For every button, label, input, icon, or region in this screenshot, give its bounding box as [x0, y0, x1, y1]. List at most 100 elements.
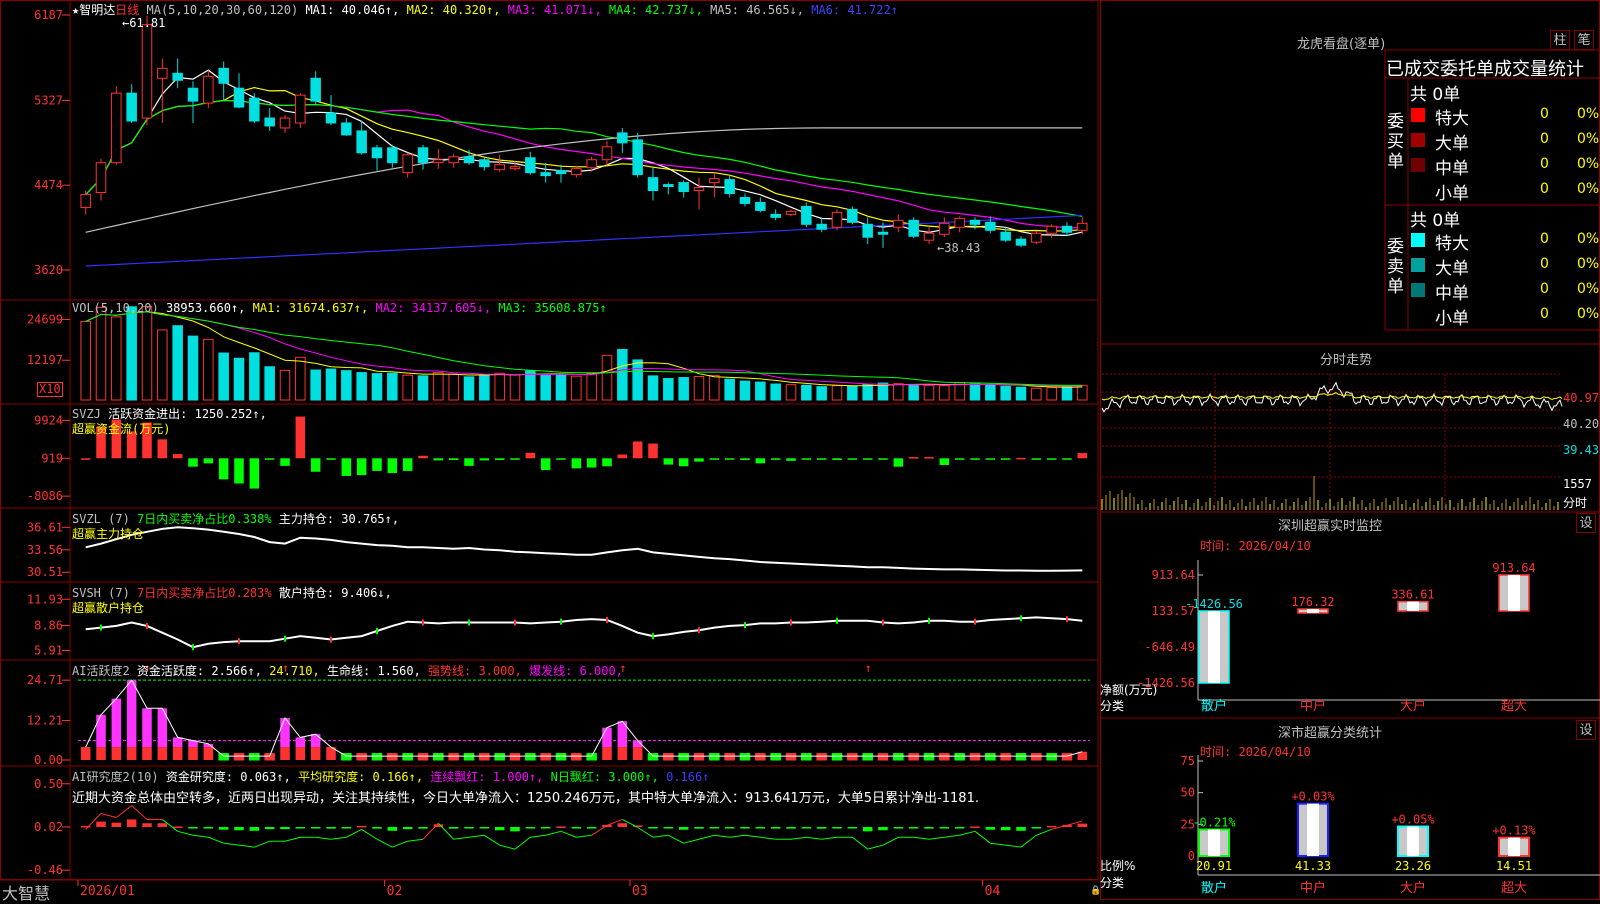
ai-active-small-bar — [678, 753, 689, 761]
classify-bar-shine — [1508, 837, 1520, 856]
svsh-tick — [422, 619, 424, 626]
ai-active-base — [295, 747, 306, 760]
ai-research-line — [346, 828, 362, 838]
svsh-name: SVSH (7) — [72, 586, 130, 600]
classify-value-label: 41.33 — [1295, 859, 1331, 873]
ma120-line — [85, 214, 1083, 267]
classify-change-label: +0.03% — [1291, 790, 1335, 804]
ai-research-line — [545, 830, 562, 836]
svsh-tick — [698, 627, 700, 634]
ai-active-c: 生命线: 1.560, — [327, 664, 421, 678]
ai-active-small-bar — [1015, 753, 1027, 761]
sell-swatch — [1411, 308, 1425, 322]
vol-bar — [601, 354, 613, 401]
svzj-bar — [157, 439, 168, 459]
vol-bar — [264, 366, 275, 401]
ai-research-line — [576, 834, 592, 838]
classify-value-label: 23.26 — [1395, 859, 1431, 873]
ai-research-bar — [326, 827, 336, 829]
vol-bar — [479, 375, 490, 401]
candle — [371, 147, 383, 159]
ai-research-line — [407, 838, 424, 842]
vol-bar — [709, 375, 720, 401]
classify-value-label: 14.51 — [1496, 859, 1532, 873]
buy-row-pct: 0% — [1577, 131, 1600, 147]
svsh-tick — [790, 619, 792, 626]
candle — [402, 154, 413, 174]
candle — [417, 147, 429, 164]
vol-bar — [157, 329, 168, 401]
sell-side-label: 委卖单 — [1387, 237, 1404, 297]
vol-bar — [985, 384, 996, 401]
sell-row-pct: 0% — [1577, 306, 1600, 322]
svzj-bar — [448, 458, 459, 460]
ai-research-line — [913, 836, 930, 840]
ai-active-base — [602, 747, 612, 760]
ai-active-small-bar — [264, 753, 275, 761]
ai-research-bar — [617, 823, 628, 827]
ai-research-line — [484, 834, 500, 846]
stock-name: 智明达 — [79, 3, 116, 17]
ai-research-bar — [356, 825, 367, 828]
ai-research-line — [208, 836, 224, 844]
stock-chart[interactable]: 6187 5327 4474 3620 24699 12197 9924 919 -8086 36… — [0, 0, 1600, 900]
svzj-bar — [939, 458, 950, 466]
vol-bar — [249, 352, 260, 401]
ai-research-bar — [310, 827, 321, 829]
monitor-title: 深圳超赢实时监控 — [1278, 519, 1383, 534]
ai-active-bar — [96, 714, 106, 748]
vol-bar — [647, 375, 659, 401]
ai-active-base — [203, 747, 214, 760]
ai-research-line — [177, 830, 194, 836]
ai-research-line — [698, 834, 715, 840]
vol-bar — [1061, 386, 1073, 401]
vol-bar — [95, 306, 107, 401]
ai-research-line — [437, 823, 455, 840]
ai-research-bar — [985, 827, 996, 830]
candle — [663, 184, 674, 188]
ai-active-small-bar — [586, 753, 597, 761]
vol-bar — [463, 376, 475, 401]
ai-active-small-bar — [847, 753, 858, 761]
monitor-settings-button[interactable]: 设 — [1576, 513, 1596, 533]
classify-settings-button[interactable]: 设 — [1576, 720, 1596, 740]
svzj-bar — [1077, 453, 1088, 459]
period-label[interactable]: 日线 — [115, 3, 139, 17]
buy-side-label: 委买单 — [1387, 112, 1404, 172]
ai-research-line — [238, 844, 255, 848]
fenshi-title[interactable]: 分时走势 — [1320, 349, 1372, 368]
vol-bar — [801, 384, 812, 401]
svsh-sub: 超赢散户持仓 — [72, 601, 145, 615]
candle — [172, 72, 183, 81]
ma3-legend: MA3: 41.071↓, — [507, 3, 602, 17]
ai-research-line — [944, 834, 960, 838]
candle — [448, 156, 459, 164]
ai-research-bar — [126, 819, 137, 827]
tick-mode-button[interactable]: 笔 — [1574, 30, 1594, 50]
vol-bar — [571, 375, 582, 401]
candle — [111, 92, 122, 164]
vol-bar — [509, 374, 521, 401]
sell-row-name: 特大 — [1435, 234, 1469, 254]
ai-research-bar — [816, 827, 827, 829]
svsh-tick — [974, 618, 976, 625]
ai-research-bar — [556, 826, 566, 828]
monitor-tick-label: -646.49 — [1144, 640, 1195, 654]
ai-research-b: 平均研究度: 0.166↑, — [298, 770, 424, 784]
ai-active-line — [85, 679, 1083, 757]
vol-ma2: MA2: 34137.605↓, — [375, 301, 492, 315]
ai-research-line — [729, 834, 746, 838]
ai-active-base — [96, 747, 106, 760]
svzj-bar — [893, 458, 904, 467]
ai-research-bar — [1031, 827, 1042, 829]
vol-bar — [831, 385, 843, 401]
buy-swatch — [1411, 158, 1425, 172]
ai-research-bar — [372, 827, 382, 829]
svzj-bar — [80, 458, 91, 460]
ai-research-line — [192, 834, 209, 838]
ai-research-bar — [663, 827, 674, 829]
sell-row-count: 0 — [1540, 306, 1549, 322]
svzj-bar — [816, 458, 827, 460]
ai-active-base — [142, 747, 152, 760]
bar-mode-button[interactable]: 柱 — [1550, 30, 1570, 50]
